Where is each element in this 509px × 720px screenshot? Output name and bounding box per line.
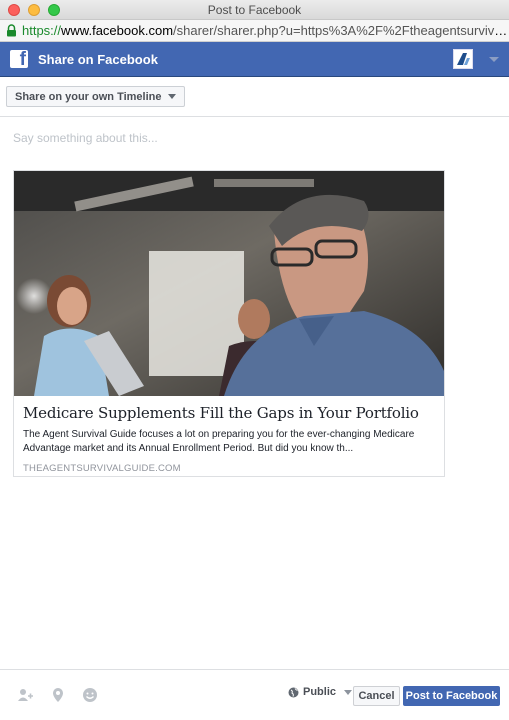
privacy-label: Public (303, 686, 337, 698)
post-message-input[interactable] (13, 131, 493, 151)
lock-icon (7, 24, 16, 37)
link-preview-card[interactable]: Medicare Supplements Fill the Gaps in Yo… (13, 170, 445, 477)
audience-row: Share on your own Timeline (0, 77, 509, 117)
link-preview-description: The Agent Survival Guide focuses a lot o… (23, 428, 435, 456)
share-dialog-window: Post to Facebook https://www.facebook.co… (0, 0, 509, 720)
link-preview-domain: THEAGENTSURVIVALGUIDE.COM (23, 463, 181, 474)
window-titlebar: Post to Facebook (0, 0, 509, 20)
chevron-down-icon (344, 689, 353, 695)
share-destination-label: Share on your own Timeline (15, 90, 162, 103)
facebook-logo-icon: f (10, 49, 28, 70)
post-to-facebook-button[interactable]: Post to Facebook (403, 686, 500, 706)
url-text: https://www.facebook.com/sharer/sharer.p… (22, 23, 509, 38)
composer (0, 117, 509, 157)
link-preview-description-line: Advantage market and its Annual Enrollme… (23, 443, 354, 454)
url-scheme: https:// (22, 23, 62, 38)
account-avatar[interactable] (453, 49, 473, 69)
office-photo-image (14, 171, 444, 396)
link-preview-text: Medicare Supplements Fill the Gaps in Yo… (14, 396, 444, 482)
dialog-footer: Public Cancel Post to Facebook (0, 669, 509, 720)
url-host: www.facebook.com (61, 23, 174, 38)
url-path: /sharer/sharer.php?u=https%3A%2F%2Ftheag… (173, 23, 509, 38)
address-bar[interactable]: https://www.facebook.com/sharer/sharer.p… (0, 20, 509, 42)
tag-friends-icon[interactable] (17, 687, 33, 703)
feeling-smiley-icon[interactable] (82, 687, 98, 703)
header-title: Share on Facebook (38, 51, 158, 67)
link-preview-image (14, 171, 444, 396)
chevron-down-icon (167, 94, 176, 99)
globe-icon (288, 687, 299, 697)
window-title: Post to Facebook (207, 3, 302, 17)
share-destination-dropdown[interactable]: Share on your own Timeline (6, 86, 185, 107)
link-preview-description-line: The Agent Survival Guide focuses a lot o… (23, 429, 415, 440)
facebook-header: f Share on Facebook (0, 42, 509, 77)
cancel-button[interactable]: Cancel (353, 686, 400, 706)
privacy-selector[interactable]: Public (288, 686, 353, 698)
account-menu-caret-icon[interactable] (489, 57, 499, 62)
location-pin-icon[interactable] (50, 687, 66, 703)
link-preview-title: Medicare Supplements Fill the Gaps in Yo… (23, 404, 419, 422)
account-logo-icon (454, 50, 472, 68)
